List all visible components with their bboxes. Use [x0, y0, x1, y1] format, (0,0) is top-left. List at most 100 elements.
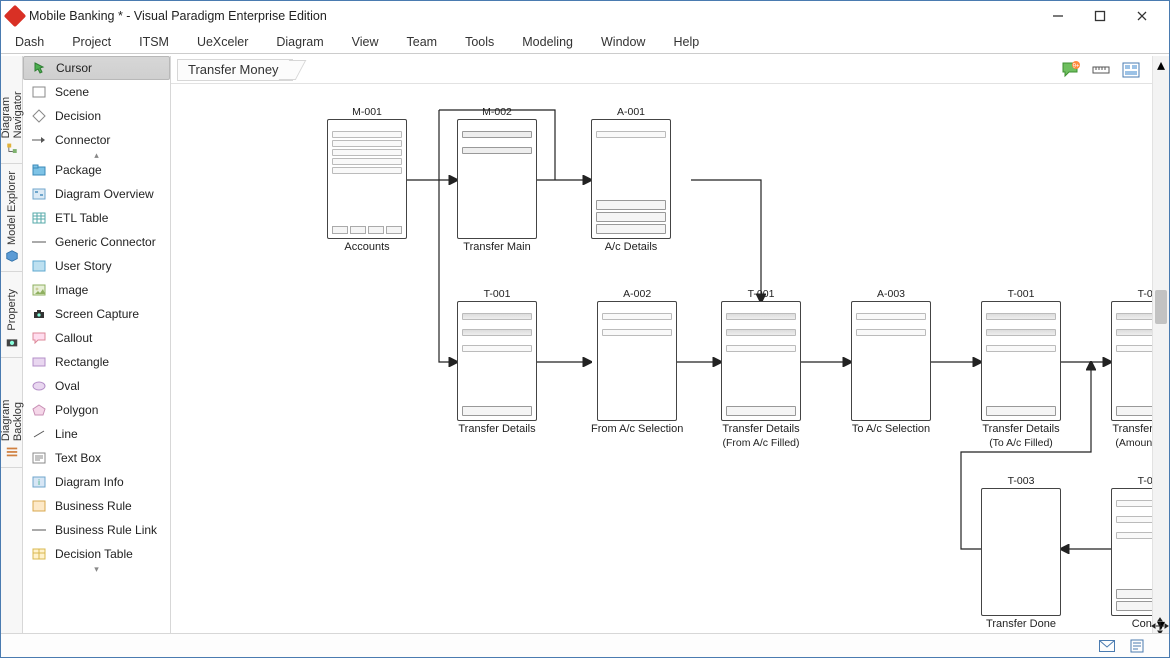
wireframe-box[interactable]	[327, 119, 407, 239]
wireframe-box[interactable]	[597, 301, 677, 421]
menu-window[interactable]: Window	[601, 35, 645, 49]
palette-label: Text Box	[55, 451, 101, 465]
wireframe-node[interactable]: M-001Accounts	[327, 106, 407, 253]
wireframe-box[interactable]	[457, 119, 537, 239]
wireframe-node[interactable]: T-001Transfer Details(To A/c Filled)	[981, 288, 1061, 449]
diagram-overview-icon	[31, 187, 47, 201]
diagram-canvas[interactable]: M-001Accounts M-002Transfer Main A-001A/c …	[171, 84, 1152, 633]
menubar: Dash Project ITSM UeXceler Diagram View …	[1, 31, 1169, 53]
wireframe-box[interactable]	[591, 119, 671, 239]
vertical-scrollbar[interactable]: ▴ ▾	[1152, 56, 1169, 633]
node-subcaption: (To A/c Filled)	[989, 437, 1053, 449]
palette-text-box[interactable]: Text Box	[23, 446, 170, 470]
wireframe-box[interactable]	[1111, 488, 1152, 616]
wireframe-node[interactable]: M-002Transfer Main	[457, 106, 537, 253]
side-tab-strip: Diagram Navigator Model Explorer Propert…	[1, 56, 23, 633]
side-tab-property[interactable]: Property	[1, 272, 22, 358]
wireframe-box[interactable]	[851, 301, 931, 421]
palette-screen-capture[interactable]: Screen Capture	[23, 302, 170, 326]
wireframe-box[interactable]	[1111, 301, 1152, 421]
palette-label: Polygon	[55, 403, 98, 417]
wireframe-node[interactable]: T-001Transfer Details(Amount Filled)	[1111, 288, 1152, 449]
palette-generic-connector[interactable]: Generic Connector	[23, 230, 170, 254]
menu-tools[interactable]: Tools	[465, 35, 494, 49]
tool-palette: CursorSceneDecisionConnectorPackageDiagr…	[23, 56, 171, 633]
wireframe-box[interactable]	[981, 301, 1061, 421]
scroll-thumb[interactable]	[1155, 290, 1167, 324]
menu-team[interactable]: Team	[407, 35, 438, 49]
palette-polygon[interactable]: Polygon	[23, 398, 170, 422]
connector-icon	[31, 133, 47, 147]
palette-business-rule-link[interactable]: Business Rule Link	[23, 518, 170, 542]
app-icon	[4, 5, 27, 28]
palette-callout[interactable]: Callout	[23, 326, 170, 350]
menu-uexceler[interactable]: UeXceler	[197, 35, 248, 49]
wireframe-box[interactable]	[721, 301, 801, 421]
menu-modeling[interactable]: Modeling	[522, 35, 573, 49]
mail-icon[interactable]	[1099, 639, 1115, 653]
scene-icon	[31, 85, 47, 99]
node-subcaption: (Amount Filled)	[1115, 437, 1152, 449]
node-id: T-001	[1008, 288, 1035, 300]
menu-project[interactable]: Project	[72, 35, 111, 49]
palette-etl-table[interactable]: ETL Table	[23, 206, 170, 230]
palette-diagram-overview[interactable]: Diagram Overview	[23, 182, 170, 206]
callout-icon	[31, 331, 47, 345]
palette-decision[interactable]: Decision	[23, 104, 170, 128]
minimize-button[interactable]	[1037, 1, 1079, 31]
comment-badge-icon[interactable]: 9+	[1060, 59, 1082, 81]
side-tab-model-explorer[interactable]: Model Explorer	[1, 164, 22, 272]
menu-help[interactable]: Help	[673, 35, 699, 49]
side-tab-diagram-backlog[interactable]: Diagram Backlog	[1, 358, 22, 468]
node-id: T-003	[1008, 475, 1035, 487]
diagram-info-icon: i	[31, 475, 47, 489]
menu-view[interactable]: View	[352, 35, 379, 49]
side-tab-diagram-navigator[interactable]: Diagram Navigator	[1, 56, 22, 164]
scroll-up-arrow[interactable]: ▴	[1153, 56, 1169, 73]
wireframe-node[interactable]: A-001A/c Details	[591, 106, 671, 253]
scroll-track[interactable]	[1153, 73, 1169, 616]
palette-decision-table[interactable]: Decision Table	[23, 542, 170, 566]
wireframe-node[interactable]: T-001Transfer Details(From A/c Filled)	[721, 288, 801, 449]
wireframe-box[interactable]	[981, 488, 1061, 616]
maximize-button[interactable]	[1079, 1, 1121, 31]
wireframe-node[interactable]: T-002Confirm	[1111, 475, 1152, 630]
wireframe-node[interactable]: A-003To A/c Selection	[851, 288, 931, 435]
image-icon	[31, 283, 47, 297]
palette-label: Business Rule	[55, 499, 132, 513]
palette-oval[interactable]: Oval	[23, 374, 170, 398]
wireframe-node[interactable]: T-001Transfer Details	[457, 288, 537, 435]
wireframe-node[interactable]: A-002From A/c Selection	[591, 288, 683, 435]
palette-label: Decision	[55, 109, 101, 123]
palette-cursor[interactable]: Cursor	[23, 56, 170, 80]
palette-diagram-info[interactable]: i Diagram Info	[23, 470, 170, 494]
palette-business-rule[interactable]: Business Rule	[23, 494, 170, 518]
wireframe-box[interactable]	[457, 301, 537, 421]
breadcrumb[interactable]: Transfer Money	[177, 59, 293, 81]
business-rule-link-icon	[31, 523, 47, 537]
palette-connector[interactable]: Connector	[23, 128, 170, 152]
wireframe-node[interactable]: T-003Transfer Done	[981, 475, 1061, 630]
node-id: T-002	[1138, 475, 1152, 487]
palette-label: Callout	[55, 331, 92, 345]
palette-user-story[interactable]: User Story	[23, 254, 170, 278]
palette-package[interactable]: Package	[23, 158, 170, 182]
palette-line[interactable]: Line	[23, 422, 170, 446]
palette-scene[interactable]: Scene	[23, 80, 170, 104]
ruler-icon[interactable]	[1090, 59, 1112, 81]
palette-label: Rectangle	[55, 355, 109, 369]
palette-label: Decision Table	[55, 547, 133, 561]
menu-dash[interactable]: Dash	[15, 35, 44, 49]
node-id: A-002	[623, 288, 651, 300]
close-button[interactable]	[1121, 1, 1163, 31]
menu-itsm[interactable]: ITSM	[139, 35, 169, 49]
layout-icon[interactable]	[1120, 59, 1142, 81]
palette-image[interactable]: Image	[23, 278, 170, 302]
rectangle-icon	[31, 355, 47, 369]
menu-diagram[interactable]: Diagram	[276, 35, 323, 49]
node-caption: Transfer Details	[1112, 423, 1152, 435]
canvas-area: Transfer Money 9+ M-001Accounts M-002Tran…	[171, 56, 1152, 633]
palette-rectangle[interactable]: Rectangle	[23, 350, 170, 374]
palette-label: Diagram Info	[55, 475, 124, 489]
note-icon[interactable]	[1129, 639, 1145, 653]
